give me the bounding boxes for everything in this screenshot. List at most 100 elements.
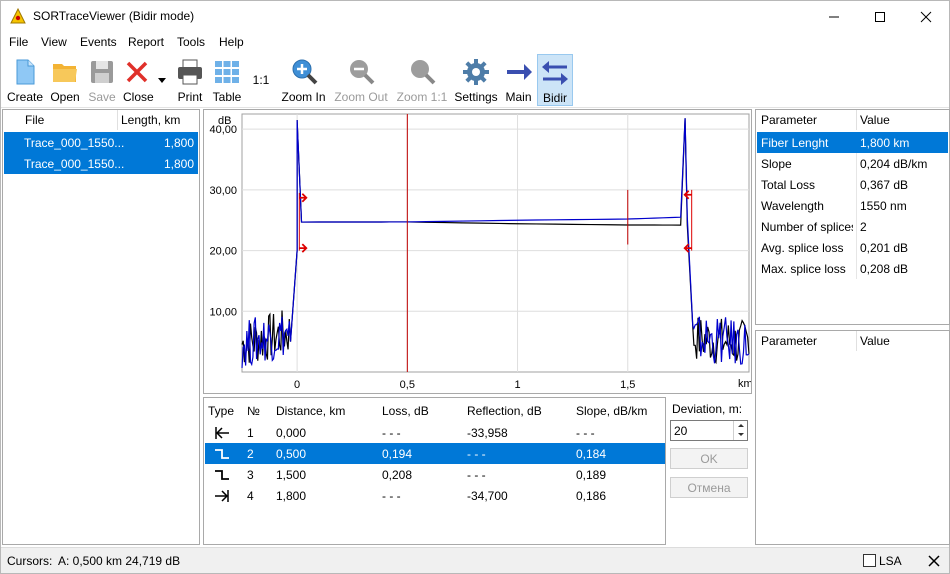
type-column-header[interactable]: Type — [208, 401, 234, 421]
open-button[interactable]: Open — [46, 54, 84, 106]
event-row[interactable]: 2 0,500 0,194 - - - 0,184 — [205, 443, 665, 464]
file-row[interactable]: Trace_000_1550... 1,800 — [4, 153, 198, 174]
file-row[interactable]: Trace_000_1550... 1,800 — [4, 132, 198, 153]
bidirectional-arrows-icon — [542, 61, 568, 85]
deviation-spinbox[interactable]: 20 — [670, 420, 748, 441]
ok-button[interactable]: OK — [670, 448, 748, 469]
close-window-button[interactable] — [903, 1, 949, 32]
title-bar: SORTraceViewer (Bidir mode) — [1, 1, 949, 32]
cell-divider — [856, 216, 857, 237]
event-slope: - - - — [576, 426, 595, 440]
menu-view[interactable]: View — [41, 35, 67, 49]
parameter-row[interactable]: Avg. splice loss 0,201 dB — [757, 237, 948, 258]
cell-divider — [856, 174, 857, 195]
create-button[interactable]: Create — [5, 54, 45, 106]
trace-chart-panel: 0 0,5 1 1,5 40,00 30,00 20,00 10,00 dB km — [203, 109, 752, 394]
value-column-header[interactable]: Value — [860, 331, 890, 351]
value-column-header[interactable]: Value — [860, 110, 890, 130]
event-row[interactable]: 4 1,800 - - - -34,700 0,186 — [205, 485, 665, 506]
close-icon — [920, 11, 932, 22]
arrow-right-icon — [506, 64, 532, 80]
spin-down-icon[interactable] — [734, 431, 748, 440]
event-slope: 0,189 — [576, 468, 607, 482]
splice-icon — [215, 449, 229, 459]
splice-icon — [215, 470, 229, 480]
dropdown-arrow-icon[interactable] — [158, 78, 166, 84]
slope-column-header[interactable]: Slope, dB/km — [576, 401, 647, 421]
parameter-column-header[interactable]: Parameter — [761, 331, 817, 351]
deviation-value: 20 — [674, 424, 688, 438]
menu-events[interactable]: Events — [80, 35, 117, 49]
toolbar: Create Open Save Close Print Table 1:1 Z… — [1, 52, 949, 108]
lsa-checkbox[interactable] — [863, 554, 876, 567]
loss-column-header[interactable]: Loss, dB — [382, 401, 429, 421]
event-loss: - - - — [382, 426, 401, 440]
x-tick-label: 0 — [294, 379, 300, 391]
file-list-panel: File Length, km Trace_000_1550... 1,800 … — [2, 109, 200, 545]
menu-tools[interactable]: Tools — [177, 35, 205, 49]
bidir-label: Bidir — [542, 91, 567, 105]
file-name: Trace_000_1550... — [24, 136, 125, 150]
file-column-header[interactable]: File — [25, 110, 44, 130]
zoom-out-button[interactable]: Zoom Out — [331, 54, 391, 106]
event-n: 1 — [247, 426, 254, 440]
menu-file[interactable]: File — [9, 35, 28, 49]
maximize-button[interactable] — [857, 1, 903, 32]
zoom-in-button[interactable]: Zoom In — [278, 54, 329, 106]
status-bar: Cursors: A: 0,500 km 24,719 dB LSA — [1, 547, 949, 573]
event-row[interactable]: 3 1,500 0,208 - - - 0,189 — [205, 464, 665, 485]
print-button[interactable]: Print — [173, 54, 207, 106]
plot-area — [241, 113, 750, 373]
table-button[interactable]: Table — [209, 54, 245, 106]
distance-column-header[interactable]: Distance, km — [276, 401, 345, 421]
deviation-label: Deviation, m: — [672, 402, 743, 416]
event-n: 2 — [247, 447, 254, 461]
length-column-header[interactable]: Length, km — [121, 110, 180, 130]
event-slope: 0,184 — [576, 447, 607, 461]
spin-up-icon[interactable] — [734, 421, 748, 430]
parameter-row[interactable]: Total Loss 0,367 dB — [757, 174, 948, 195]
parameter-name: Total Loss — [761, 178, 816, 192]
parameter-column-header[interactable]: Parameter — [761, 110, 817, 130]
one-to-one-button[interactable]: 1:1 — [248, 54, 274, 106]
settings-button[interactable]: Settings — [453, 54, 499, 106]
save-label: Save — [88, 90, 116, 104]
trace-chart[interactable]: 0 0,5 1 1,540,0030,0020,0010,00dBkm — [204, 110, 751, 393]
gear-icon — [463, 59, 489, 85]
parameter-row[interactable]: Wavelength 1550 nm — [757, 195, 948, 216]
zoom-one-to-one-button[interactable]: Zoom 1:1 — [393, 54, 451, 106]
save-button[interactable]: Save — [85, 54, 119, 106]
event-reflection: -34,700 — [467, 489, 508, 503]
y-tick-label: 10,00 — [209, 306, 237, 318]
cell-divider — [856, 132, 857, 153]
reflection-column-header[interactable]: Reflection, dB — [467, 401, 542, 421]
zoom-one-to-one-label: Zoom 1:1 — [396, 90, 448, 104]
parameter-row[interactable]: Number of splices 2 — [757, 216, 948, 237]
close-button[interactable]: Close — [120, 54, 170, 106]
event-row[interactable]: 1 0,000 - - - -33,958 - - - — [205, 422, 665, 443]
parameter-row[interactable]: Max. splice loss 0,208 dB — [757, 258, 948, 279]
number-column-header[interactable]: № — [247, 401, 260, 421]
cancel-button[interactable]: Отмена — [670, 477, 748, 498]
minimize-button[interactable] — [811, 1, 857, 32]
parameter-row[interactable]: Fiber Lenght 1,800 km — [757, 132, 948, 153]
event-distance: 1,500 — [276, 468, 307, 482]
window-title: SORTraceViewer (Bidir mode) — [33, 9, 195, 23]
header-divider — [856, 110, 857, 130]
parameter-row[interactable]: Slope 0,204 dB/km — [757, 153, 948, 174]
menu-report[interactable]: Report — [128, 35, 164, 49]
menu-help[interactable]: Help — [219, 35, 244, 49]
event-n: 4 — [247, 489, 254, 503]
zoom-in-label: Zoom In — [281, 90, 326, 104]
print-label: Print — [177, 90, 203, 104]
event-loss: - - - — [382, 489, 401, 503]
close-icon[interactable] — [927, 554, 941, 568]
close-file-icon — [126, 61, 148, 83]
main-button[interactable]: Main — [501, 54, 536, 106]
x-tick-label: 1,5 — [620, 379, 635, 391]
bidir-button[interactable]: Bidir — [537, 54, 573, 106]
parameter-value: 1,800 km — [860, 136, 910, 150]
zoom-reset-icon — [411, 60, 436, 85]
parameter-name: Max. splice loss — [761, 262, 846, 276]
x-tick-label: 1 — [514, 379, 520, 391]
